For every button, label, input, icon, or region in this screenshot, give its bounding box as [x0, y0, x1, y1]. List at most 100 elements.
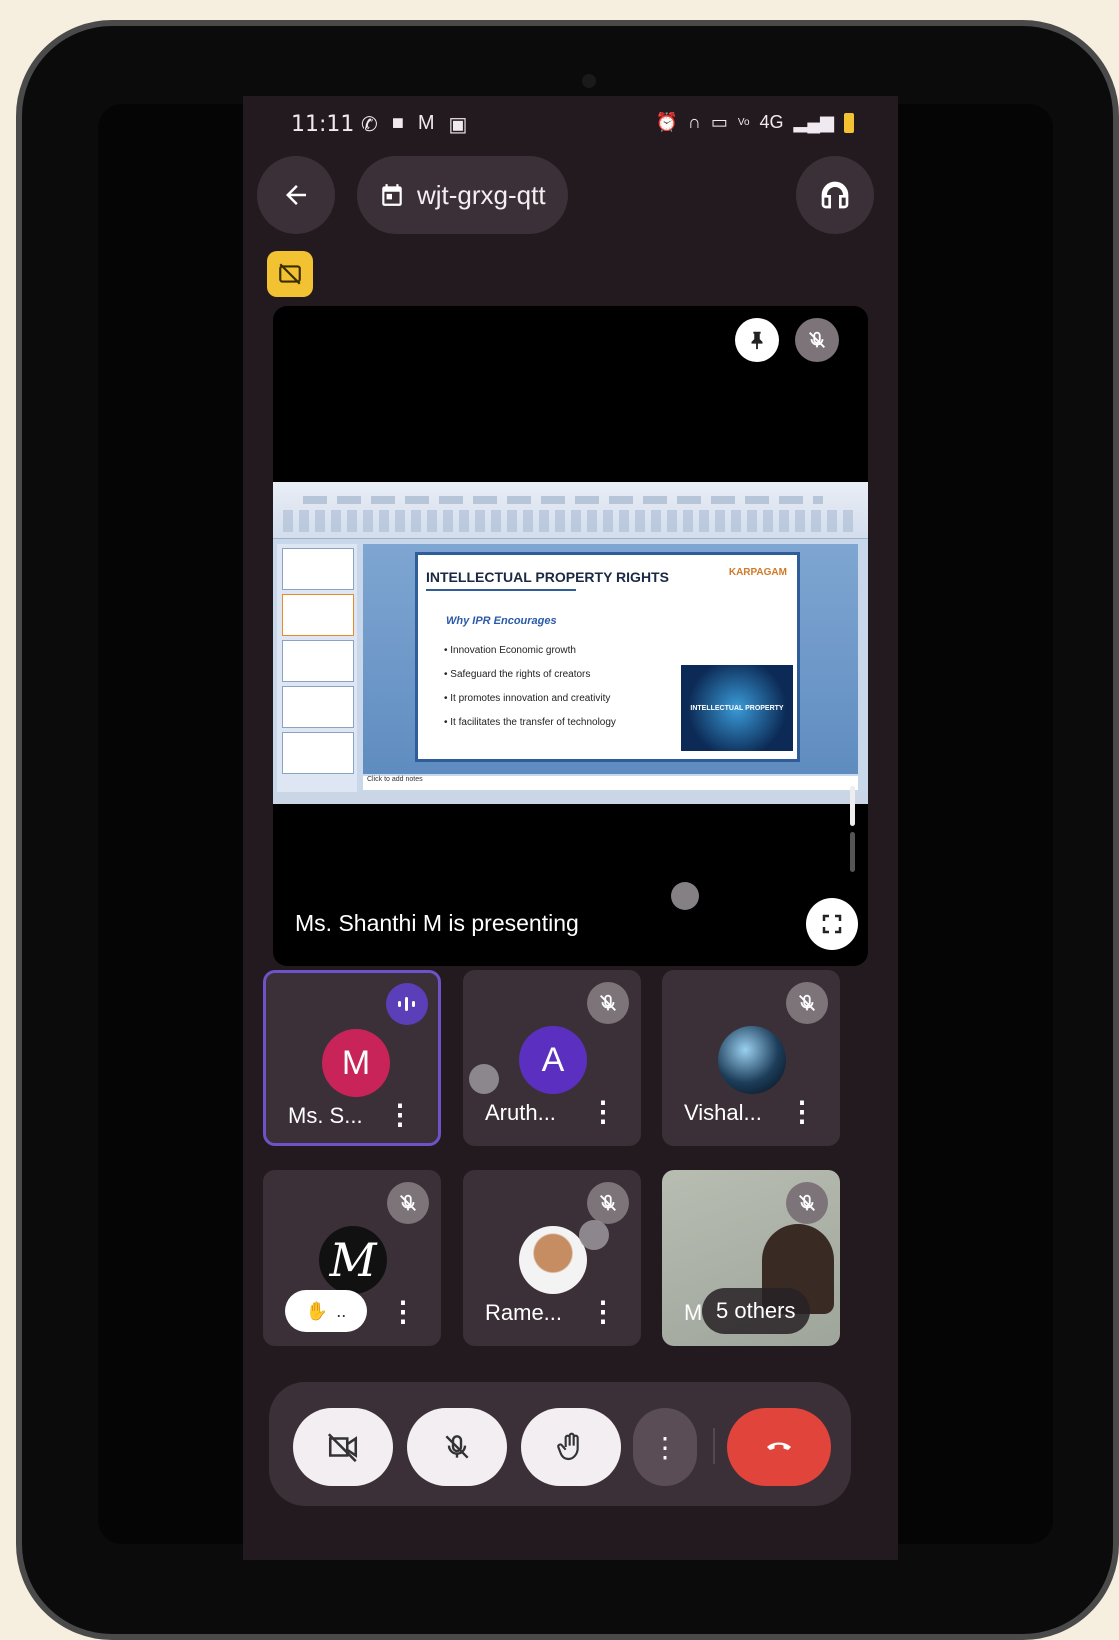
participant-name: Rame... — [485, 1300, 563, 1325]
muted-indicator — [387, 1182, 429, 1224]
camera-off-icon — [327, 1433, 358, 1463]
top-bar: wjt-grxg-qtt — [243, 156, 898, 236]
participant-name: Vishal... — [684, 1100, 762, 1125]
participant-menu-button[interactable]: ⋮ — [788, 1098, 816, 1126]
stage-mute-indicator — [795, 318, 839, 362]
slide-notes: Click to add notes — [363, 776, 858, 790]
slide-area: INTELLECTUAL PROPERTY RIGHTS KARPAGAM Wh… — [363, 544, 858, 774]
slide-logo: KARPAGAM — [728, 567, 787, 578]
status-left-icons: ✆ ■ M ▣ — [361, 112, 467, 137]
participant-tile[interactable]: M Ms. S... ⋮ — [263, 970, 441, 1146]
pin-icon — [751, 331, 763, 350]
meet-screen: 11:11 ✆ ■ M ▣ ⏰ ∩ ▭ Vo 4G ▂▄▆ wjt-grxg-q… — [243, 96, 898, 1560]
mic-off-icon — [600, 1194, 616, 1211]
avatar: M — [322, 1029, 390, 1097]
muted-indicator — [587, 982, 629, 1024]
mic-off-icon — [400, 1194, 416, 1211]
back-button[interactable] — [257, 156, 335, 234]
mic-off-icon — [600, 994, 616, 1011]
fullscreen-button[interactable] — [806, 898, 858, 950]
muted-indicator — [786, 982, 828, 1024]
touch-indicator — [671, 882, 699, 910]
others-count: 5 others — [702, 1288, 810, 1334]
slide-subtitle: Why IPR Encourages — [446, 615, 557, 627]
end-call-button[interactable] — [727, 1408, 831, 1486]
slide-bullet: • Innovation Economic growth — [444, 645, 576, 656]
meeting-info-button[interactable]: wjt-grxg-qtt — [357, 156, 568, 234]
alarm-icon: ⏰ — [655, 112, 678, 132]
ribbon-tools — [283, 510, 853, 532]
slide: INTELLECTUAL PROPERTY RIGHTS KARPAGAM Wh… — [415, 552, 800, 762]
hand-icon — [557, 1432, 579, 1461]
muted-indicator — [587, 1182, 629, 1224]
front-camera — [582, 74, 596, 88]
raised-hand-chip: ✋ .. — [285, 1290, 367, 1332]
muted-indicator — [786, 1182, 828, 1224]
camera-toggle-button[interactable] — [293, 1408, 393, 1486]
participant-name: M — [684, 1300, 703, 1325]
mic-toggle-button[interactable] — [407, 1408, 507, 1486]
pin-button[interactable] — [735, 318, 779, 362]
meeting-code: wjt-grxg-qtt — [417, 179, 546, 210]
participant-menu-button[interactable]: ⋮ — [589, 1098, 617, 1126]
slide-bullets: • Innovation Economic growth • Safeguard… — [444, 639, 616, 735]
presenter-label: Ms. Shanthi M is presenting — [295, 910, 579, 936]
avatar: A — [519, 1026, 587, 1094]
participant-tile[interactable]: A Aruth... ⋮ — [463, 970, 641, 1146]
status-bar: 11:11 ✆ ■ M ▣ ⏰ ∩ ▭ Vo 4G ▂▄▆ — [243, 96, 898, 152]
touch-indicator — [579, 1220, 609, 1250]
participant-tile-others[interactable]: M 5 others — [662, 1170, 840, 1346]
participant-menu-button[interactable]: ⋮ — [389, 1298, 417, 1326]
participant-name: Ms. S... — [288, 1103, 363, 1128]
no-caption-icon — [279, 263, 301, 285]
slide-thumbnail — [282, 640, 354, 682]
video-icon: ■ — [391, 112, 404, 134]
headphones-icon — [821, 181, 849, 209]
participant-menu-button[interactable]: ⋮ — [386, 1101, 414, 1129]
presentation-stage: INTELLECTUAL PROPERTY RIGHTS KARPAGAM Wh… — [273, 306, 868, 966]
slide-thumbnail — [282, 548, 354, 590]
signal-icon: ▂▄▆ — [793, 112, 834, 132]
slide-thumbnail — [282, 732, 354, 774]
mic-off-icon — [445, 1435, 469, 1459]
participant-tile[interactable]: Vishal... ⋮ — [662, 970, 840, 1146]
slide-thumbnail — [282, 686, 354, 728]
whatsapp-icon: ✆ — [361, 114, 378, 136]
audio-wave-icon — [398, 997, 415, 1011]
slide-bullet: • Safeguard the rights of creators — [444, 669, 591, 680]
fullscreen-icon — [822, 914, 842, 934]
mic-off-icon — [799, 994, 815, 1011]
mic-off-icon — [809, 331, 825, 348]
raise-hand-button[interactable] — [521, 1408, 621, 1486]
more-vert-icon: ⋮ — [651, 1431, 679, 1463]
avatar: M — [319, 1226, 387, 1294]
captions-off-badge[interactable] — [267, 251, 313, 297]
audio-output-button[interactable] — [796, 156, 874, 234]
controls-divider — [713, 1428, 715, 1464]
cast-icon: ▭ — [710, 112, 728, 132]
scroll-thumb[interactable] — [850, 786, 855, 826]
notification-icon: ▣ — [448, 114, 468, 136]
scroll-track — [850, 832, 855, 872]
slide-title-underline — [426, 589, 576, 591]
shared-screen: INTELLECTUAL PROPERTY RIGHTS KARPAGAM Wh… — [273, 482, 868, 804]
ribbon-tabs — [303, 496, 823, 504]
more-options-button[interactable]: ⋮ — [633, 1408, 697, 1486]
participant-tile[interactable]: Rame... ⋮ — [463, 1170, 641, 1346]
volte-icon: Vo — [737, 117, 750, 128]
touch-indicator — [469, 1064, 499, 1094]
ppt-ribbon — [273, 482, 868, 539]
hang-up-icon — [767, 1442, 791, 1450]
call-controls: ⋮ — [269, 1382, 851, 1506]
headphones-icon: ∩ — [687, 112, 701, 132]
battery-icon — [844, 112, 854, 133]
slide-image: INTELLECTUAL PROPERTY — [681, 665, 793, 751]
participant-menu-button[interactable]: ⋮ — [589, 1298, 617, 1326]
mic-off-icon — [799, 1194, 815, 1211]
participant-name: Aruth... — [485, 1100, 556, 1125]
gmail-icon: M — [417, 112, 435, 134]
slide-bullet: • It facilitates the transfer of technol… — [444, 717, 616, 728]
slide-title: INTELLECTUAL PROPERTY RIGHTS — [426, 569, 669, 585]
participant-tile[interactable]: M ✋ .. ⋮ — [263, 1170, 441, 1346]
network-label: 4G — [759, 112, 784, 132]
